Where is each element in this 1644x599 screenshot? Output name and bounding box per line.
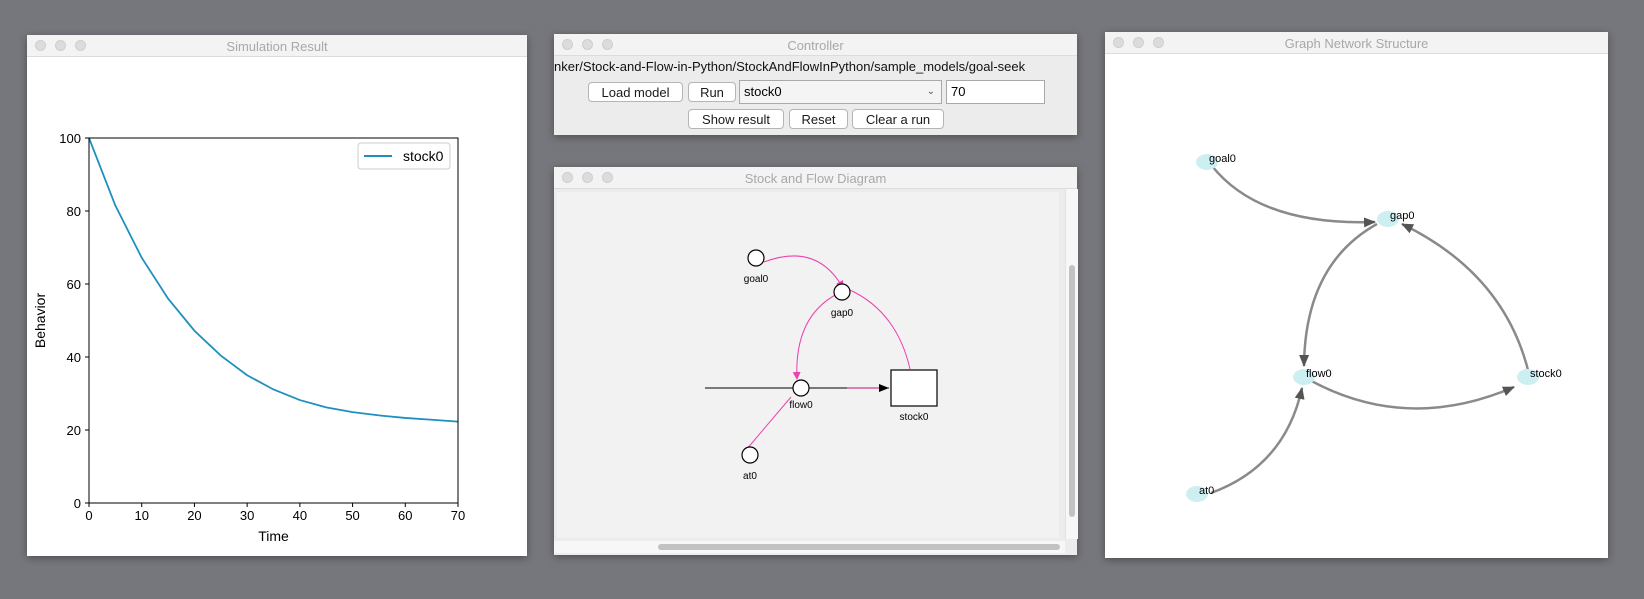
x-axis-label: Time — [258, 528, 289, 544]
graph-node-flow-label: flow0 — [1306, 368, 1332, 380]
y-axis-label: Behavior — [32, 293, 48, 349]
reset-button[interactable]: Reset — [789, 109, 848, 129]
window-title: Stock and Flow Diagram — [744, 171, 887, 186]
link-stock-to-gap — [849, 289, 911, 370]
diagram-canvas[interactable]: goal0 gap0 flow0 stock0 at0 — [557, 192, 1059, 538]
horizontal-scroll-thumb[interactable] — [658, 544, 1060, 550]
graph-node-gap-label: gap0 — [1390, 210, 1414, 222]
goal-node[interactable] — [747, 249, 765, 267]
window-title: Graph Network Structure — [1284, 36, 1429, 51]
graph-node-at-label: at0 — [1199, 485, 1214, 497]
edge-stock-to-gap — [1401, 222, 1531, 375]
legend-label: stock0 — [403, 148, 444, 164]
y-tick-label: 60 — [67, 277, 81, 292]
edge-gap-to-flow — [1299, 222, 1378, 367]
model-path-label: nker/Stock-and-Flow-in-Python/StockAndFl… — [554, 59, 1026, 74]
controller-panel: nker/Stock-and-Flow-in-Python/StockAndFl… — [554, 56, 1077, 135]
y-tick-label: 20 — [67, 423, 81, 438]
y-tick-label: 40 — [67, 350, 81, 365]
controller-titlebar: Controller — [554, 34, 1077, 56]
x-tick-label: 40 — [293, 508, 307, 523]
graph-titlebar: Graph Network Structure — [1105, 32, 1608, 54]
run-length-input[interactable]: 70 — [946, 80, 1045, 104]
diagram-canvas-area: goal0 gap0 flow0 stock0 at0 — [554, 189, 1078, 555]
x-tick-label: 60 — [398, 508, 412, 523]
flow-label: flow0 — [789, 400, 813, 411]
y-tick-label: 100 — [59, 131, 81, 146]
diagram-svg: goal0 gap0 flow0 stock0 at0 — [705, 249, 938, 482]
x-tick-label: 0 — [85, 508, 92, 523]
run-button[interactable]: Run — [688, 82, 736, 102]
link-at-to-flow — [745, 396, 792, 451]
window-title: Simulation Result — [226, 39, 328, 54]
variable-select[interactable]: stock0 ⌄ — [739, 80, 942, 104]
at-node[interactable] — [741, 446, 759, 464]
x-tick-label: 10 — [134, 508, 148, 523]
chevron-down-icon: ⌄ — [926, 86, 935, 97]
controller-window: Controller nker/Stock-and-Flow-in-Python… — [554, 34, 1077, 135]
edge-flow-to-stock — [1305, 376, 1515, 410]
variable-select-value: stock0 — [744, 84, 782, 99]
clear-run-button[interactable]: Clear a run — [852, 109, 944, 129]
gap-label: gap0 — [831, 308, 854, 319]
network-graph: goal0 gap0 flow0 stock0 at0 — [1186, 153, 1562, 502]
load-model-button[interactable]: Load model — [588, 82, 683, 102]
graph-node-goal-label: goal0 — [1209, 153, 1236, 165]
diagram-titlebar: Stock and Flow Diagram — [554, 167, 1077, 189]
flow-valve[interactable] — [792, 379, 810, 397]
series-line-0 — [88, 137, 459, 423]
x-tick-label: 30 — [240, 508, 254, 523]
y-tick-label: 0 — [74, 496, 81, 511]
edge-at-to-flow — [1210, 387, 1305, 495]
stock-label: stock0 — [900, 412, 929, 423]
vertical-scroll-thumb[interactable] — [1069, 265, 1075, 517]
vertical-scrollbar[interactable] — [1065, 189, 1078, 539]
at-label: at0 — [743, 471, 757, 482]
goal-label: goal0 — [744, 274, 769, 285]
window-title: Controller — [787, 38, 844, 53]
simulation-chart: 0 10 20 30 40 50 60 70 0 20 40 60 80 100 Time Behavior s… — [32, 131, 465, 544]
plot-frame — [88, 137, 459, 504]
x-tick-label: 50 — [345, 508, 359, 523]
simulation-titlebar: Simulation Result — [27, 35, 527, 57]
graph-network-window: Graph Network Structure goal0 gap0 flow0… — [1105, 32, 1608, 558]
stock-flow-diagram-window: Stock and Flow Diagram goal0 gap0 flow0 … — [554, 167, 1078, 555]
edge-goal-to-gap — [1211, 165, 1376, 228]
gap-node[interactable] — [833, 283, 851, 301]
x-tick-label: 20 — [187, 508, 201, 523]
x-tick-label: 70 — [451, 508, 465, 523]
y-tick-label: 80 — [67, 204, 81, 219]
stock-box[interactable] — [890, 369, 938, 407]
horizontal-scrollbar[interactable] — [554, 541, 1065, 553]
link-gap-to-flow — [792, 293, 838, 380]
show-result-button[interactable]: Show result — [688, 109, 784, 129]
graph-node-stock-label: stock0 — [1530, 368, 1562, 380]
link-goal-to-gap — [763, 255, 844, 289]
simulation-result-window: Simulation Result 0 10 20 30 40 50 60 70 0 20 40 60… — [27, 35, 527, 556]
